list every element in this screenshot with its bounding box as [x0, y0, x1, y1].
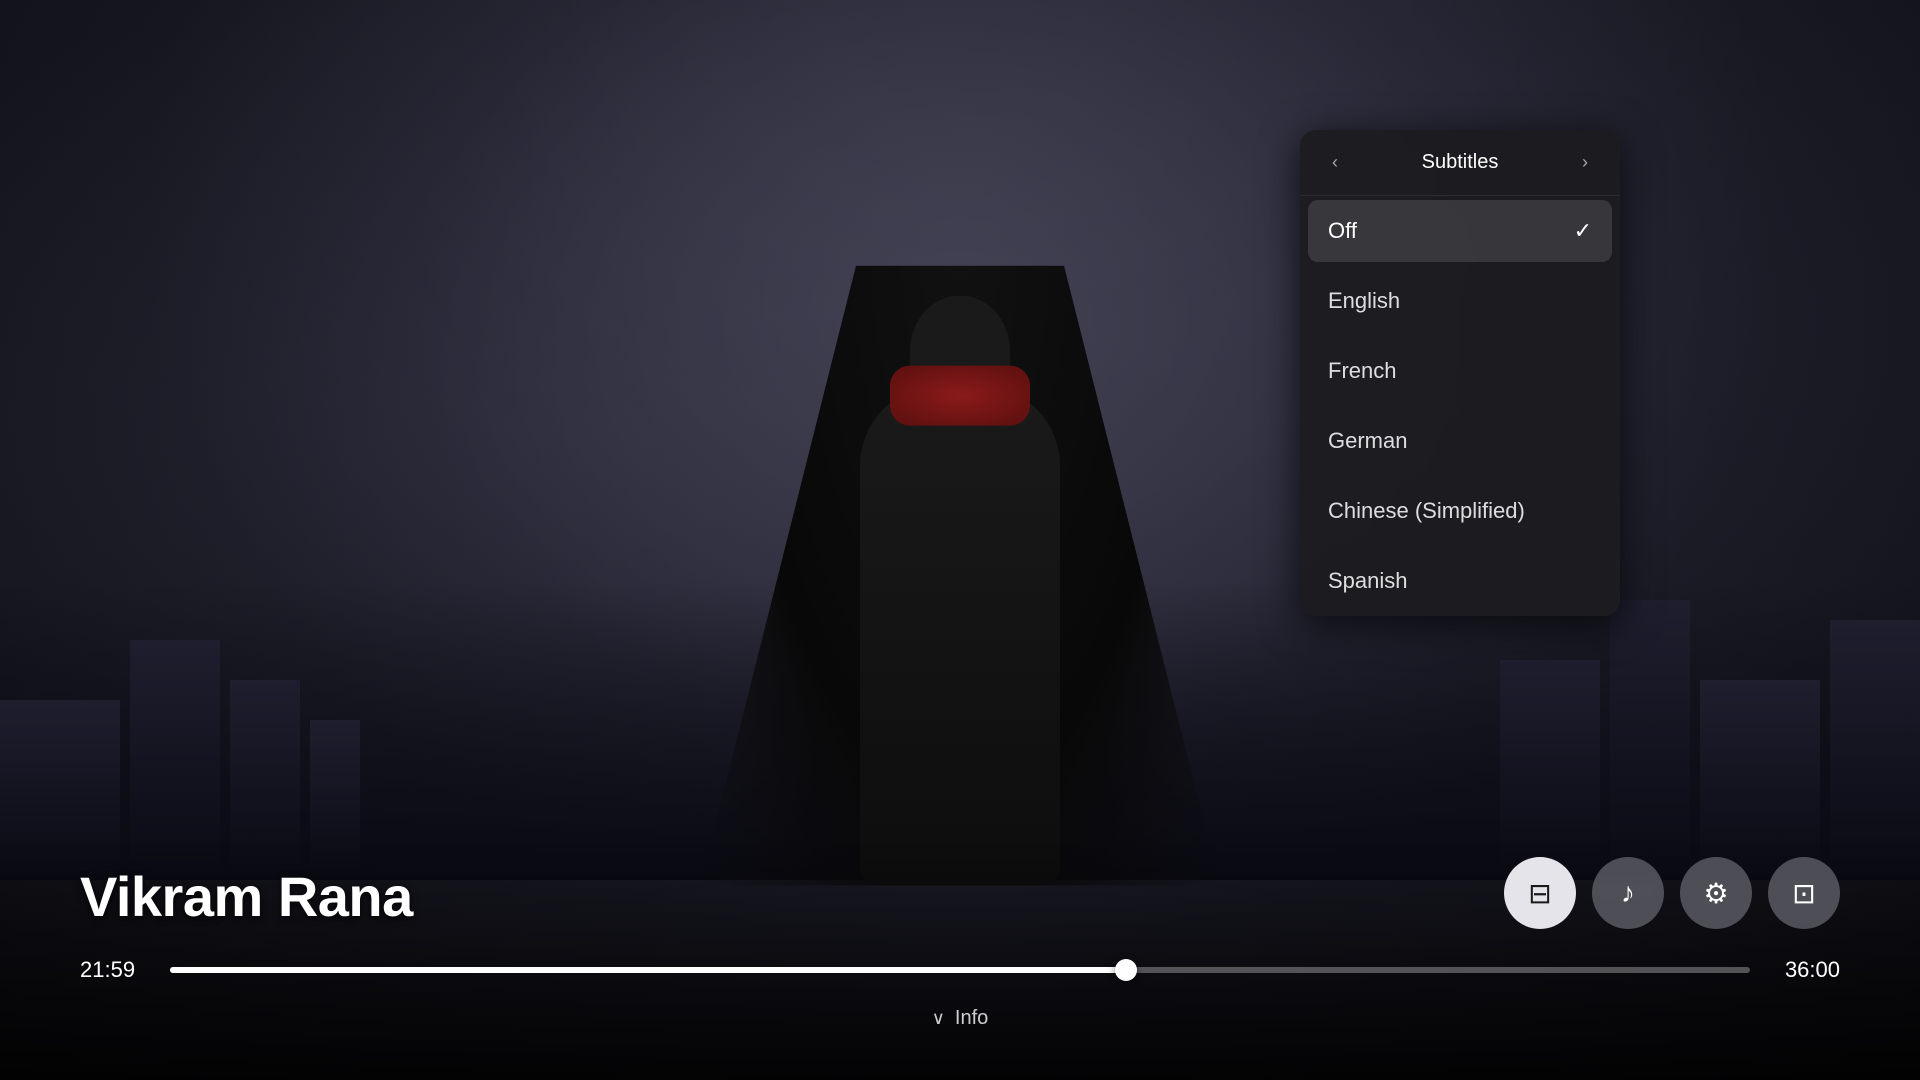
- subtitle-option-german[interactable]: German: [1300, 406, 1620, 476]
- info-label: Info: [955, 1007, 988, 1030]
- subtitle-option-label: German: [1328, 428, 1407, 454]
- subtitles-button[interactable]: ⊟: [1504, 857, 1576, 929]
- check-icon: ✓: [1574, 218, 1592, 244]
- subtitle-option-label: Off: [1328, 218, 1357, 244]
- hero-figure: [700, 166, 1220, 886]
- subtitle-option-french[interactable]: French: [1300, 336, 1620, 406]
- pip-button[interactable]: ⊡: [1768, 857, 1840, 929]
- settings-icon: ⚙: [1703, 877, 1728, 910]
- movie-title: Vikram Rana: [80, 864, 413, 929]
- panel-prev-button[interactable]: ‹: [1324, 148, 1346, 177]
- title-row: Vikram Rana ⊟ ♪ ⚙ ⊡: [80, 857, 1840, 929]
- progress-thumb[interactable]: [1115, 959, 1137, 981]
- panel-title: Subtitles: [1346, 151, 1574, 174]
- icon-buttons: ⊟ ♪ ⚙ ⊡: [1504, 857, 1840, 929]
- audio-icon: ♪: [1621, 877, 1635, 909]
- subtitles-panel: ‹ Subtitles › Off ✓ English French Germa…: [1300, 130, 1620, 616]
- subtitle-option-chinese-simplified[interactable]: Chinese (Simplified): [1300, 476, 1620, 546]
- subtitle-option-off[interactable]: Off ✓: [1308, 200, 1612, 262]
- progress-bar[interactable]: [170, 967, 1750, 973]
- panel-next-button[interactable]: ›: [1574, 148, 1596, 177]
- chevron-down-icon: ∨: [932, 1008, 945, 1029]
- info-row[interactable]: ∨ Info: [80, 1007, 1840, 1030]
- subtitle-option-label: Chinese (Simplified): [1328, 498, 1525, 524]
- bottom-controls: Vikram Rana ⊟ ♪ ⚙ ⊡ 21:59 36:0: [0, 857, 1920, 1030]
- subtitle-option-spanish[interactable]: Spanish: [1300, 546, 1620, 616]
- progress-area: 21:59 36:00: [80, 957, 1840, 983]
- subtitle-option-english[interactable]: English: [1300, 266, 1620, 336]
- progress-fill: [170, 967, 1126, 973]
- end-time: 36:00: [1770, 957, 1840, 983]
- subtitle-option-label: English: [1328, 288, 1400, 314]
- pip-icon: ⊡: [1792, 877, 1815, 910]
- subtitle-option-label: French: [1328, 358, 1396, 384]
- current-time: 21:59: [80, 957, 150, 983]
- audio-button[interactable]: ♪: [1592, 857, 1664, 929]
- settings-button[interactable]: ⚙: [1680, 857, 1752, 929]
- subtitles-icon: ⊟: [1528, 877, 1551, 910]
- subtitle-option-label: Spanish: [1328, 568, 1408, 594]
- panel-header: ‹ Subtitles ›: [1300, 130, 1620, 196]
